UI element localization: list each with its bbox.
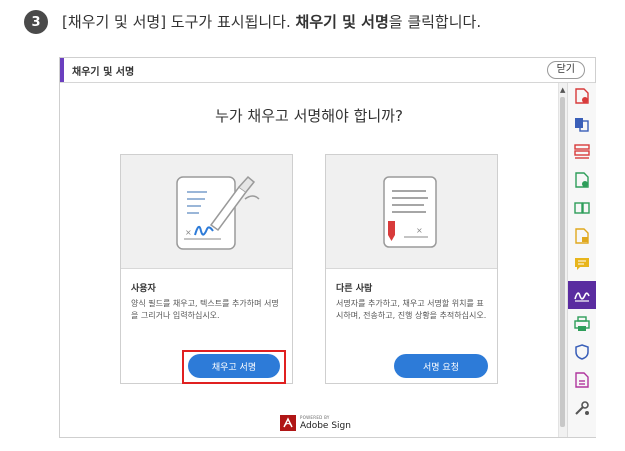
scroll-up-arrow-icon[interactable]: ▲	[560, 86, 565, 94]
organize-pages-icon[interactable]	[574, 144, 590, 160]
comment-icon[interactable]	[574, 256, 590, 272]
send-for-review-icon[interactable]	[574, 372, 590, 388]
card-heading: 다른 사람	[336, 284, 373, 294]
export-pdf-icon[interactable]	[574, 200, 590, 216]
scrollbar-thumb[interactable]	[560, 97, 565, 427]
step-instruction: [채우기 및 서명] 도구가 표시됩니다. 채우기 및 서명을 클릭합니다.	[62, 10, 481, 34]
adobe-sign-logo-icon	[280, 415, 296, 431]
request-signature-button[interactable]: 서명 요청	[394, 354, 488, 378]
card-description: 양식 필드를 채우고, 텍스트를 추가하며 서명을 그리거나 입력하십시오.	[131, 299, 279, 320]
brand-name: Adobe Sign	[300, 420, 351, 431]
create-pdf-icon[interactable]	[574, 88, 590, 104]
print-production-icon[interactable]	[574, 316, 590, 332]
protect-icon[interactable]	[574, 344, 590, 360]
adobe-sign-brand: POWERED BY Adobe Sign	[280, 413, 351, 433]
card-others: × 다른 사람 서명자를 추가하고, 채우고 서명할 위치를 표시하며, 전송하…	[325, 154, 498, 384]
edit-pdf-icon[interactable]	[574, 172, 590, 188]
tool-content: 누가 채우고 서명해야 합니까? × 사용자 양식 필드를 채우고, 텍스트를 …	[60, 83, 558, 437]
acrobat-window: 채우기 및 서명 닫기 누가 채우고 서명해야 합니까? × 사용자 양식 필드…	[59, 57, 596, 438]
svg-text:×: ×	[416, 226, 423, 235]
tools-rail	[567, 83, 596, 437]
fill-sign-icon[interactable]	[568, 281, 596, 309]
highlight-box	[182, 350, 286, 384]
request-signature-illustration: ×	[326, 155, 497, 269]
step-text-bold: 채우기 및 서명	[295, 13, 389, 31]
powered-by-label: POWERED BY	[300, 414, 330, 420]
step-number-badge: 3	[24, 10, 48, 34]
tool-title: 채우기 및 서명	[72, 67, 135, 78]
vertical-scrollbar[interactable]: ▲	[558, 83, 567, 437]
create-pdf-form-icon[interactable]	[574, 228, 590, 244]
document-request-icon: ×	[383, 176, 437, 248]
more-tools-icon[interactable]	[574, 400, 590, 416]
svg-text:×: ×	[185, 228, 192, 237]
combine-files-icon[interactable]	[574, 116, 590, 132]
page-title: 누가 채우고 서명해야 합니까?	[215, 107, 403, 125]
tool-toolbar: 채우기 및 서명 닫기	[60, 58, 595, 83]
close-button[interactable]: 닫기	[546, 61, 585, 79]
step-text-suffix: 을 클릭합니다.	[388, 13, 482, 31]
step-text-prefix: [채우기 및 서명] 도구가 표시됩니다.	[62, 13, 296, 31]
card-description: 서명자를 추가하고, 채우고 서명할 위치를 표시하며, 전송하고, 진행 상황…	[336, 299, 487, 320]
card-heading: 사용자	[131, 284, 156, 294]
fill-sign-illustration: ×	[121, 155, 292, 269]
tool-accent-bar	[60, 58, 64, 82]
document-signature-icon: ×	[176, 175, 260, 250]
